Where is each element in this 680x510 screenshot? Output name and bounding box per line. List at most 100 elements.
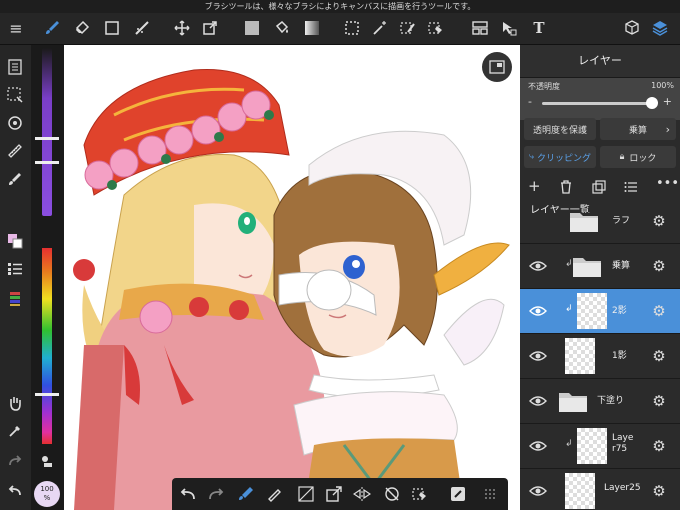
- layer-row[interactable]: Layer25 ⚙: [520, 469, 680, 510]
- layer-row[interactable]: 下塗り ⚙: [520, 379, 680, 424]
- palette-icon[interactable]: [4, 289, 26, 309]
- grid-dots-icon[interactable]: [478, 483, 502, 505]
- hue-slider[interactable]: [42, 248, 52, 444]
- opacity-minus-button[interactable]: -: [528, 95, 532, 108]
- layer-row[interactable]: ↲ 乗算 ⚙: [520, 244, 680, 289]
- gear-icon[interactable]: ⚙: [649, 436, 669, 456]
- canvas-view-button[interactable]: [482, 52, 512, 82]
- eraser-tool-icon[interactable]: [70, 17, 94, 39]
- layer-row[interactable]: ↲ Laye r75 ⚙: [520, 424, 680, 469]
- protect-alpha-button[interactable]: 透明度を保護: [524, 118, 596, 140]
- deselect-icon[interactable]: [4, 85, 26, 105]
- layer-thumbnail: [577, 428, 607, 464]
- redo-icon[interactable]: [204, 483, 228, 505]
- layer-actions-row: + •••: [520, 173, 680, 199]
- left-tool-strip: [0, 45, 31, 510]
- clear-layer-icon[interactable]: [294, 483, 318, 505]
- brush-size-handle[interactable]: [35, 137, 59, 140]
- transform-tool-icon[interactable]: [198, 17, 222, 39]
- gradient-tool-icon[interactable]: [300, 17, 324, 39]
- delete-layer-icon[interactable]: [560, 179, 572, 198]
- gear-icon[interactable]: ⚙: [649, 391, 669, 411]
- layer-panel-title: レイヤー: [520, 45, 680, 78]
- selection-tool-icon[interactable]: [340, 17, 364, 39]
- blend-mode-button[interactable]: 乗算 ›: [600, 118, 676, 140]
- layers-icon[interactable]: [648, 17, 672, 39]
- materials-icon[interactable]: [620, 17, 644, 39]
- flip-horizontal-icon[interactable]: [350, 483, 374, 505]
- color-swatch-icon[interactable]: [4, 231, 26, 251]
- gear-icon[interactable]: ⚙: [649, 301, 669, 321]
- ruler-icon[interactable]: [4, 141, 26, 161]
- drawing-canvas[interactable]: [64, 45, 520, 510]
- magic-wand-icon[interactable]: [368, 17, 392, 39]
- selection-eraser-icon[interactable]: [408, 483, 432, 505]
- redo-icon[interactable]: [4, 451, 26, 471]
- brush-slider-strip: 100 %: [31, 45, 64, 510]
- duplicate-layer-icon[interactable]: [592, 179, 606, 198]
- move-tool-icon[interactable]: [170, 17, 194, 39]
- eye-icon[interactable]: [528, 392, 548, 410]
- opacity-value: 100%: [651, 81, 674, 90]
- layer-list-icon[interactable]: [624, 179, 638, 198]
- text-tool-icon[interactable]: T: [527, 17, 551, 39]
- eye-icon[interactable]: [528, 302, 548, 320]
- clipping-label: クリッピング: [537, 153, 592, 164]
- rotate-off-icon[interactable]: [380, 483, 404, 505]
- panel-layout-icon[interactable]: [468, 17, 492, 39]
- eye-icon[interactable]: [528, 482, 548, 500]
- gear-icon[interactable]: ⚙: [649, 256, 669, 276]
- pen-icon[interactable]: [262, 483, 286, 505]
- select-eraser-icon[interactable]: [424, 17, 448, 39]
- undo-icon[interactable]: [176, 483, 200, 505]
- layer-row[interactable]: 1影 ⚙: [520, 334, 680, 379]
- fill-color-icon[interactable]: [240, 17, 264, 39]
- color-list-icon[interactable]: [4, 259, 26, 279]
- bucket-tool-icon[interactable]: [270, 17, 294, 39]
- undo-icon[interactable]: [4, 481, 26, 501]
- folder-icon: [569, 213, 599, 233]
- layer-row[interactable]: ラフ ⚙: [520, 213, 680, 244]
- hand-tool-icon[interactable]: [4, 393, 26, 413]
- folder-icon: [558, 389, 588, 413]
- brush-size-slider[interactable]: [42, 48, 52, 216]
- rotate-icon[interactable]: [4, 113, 26, 133]
- brush-tool-icon[interactable]: [40, 17, 64, 39]
- lock-icon: 🔒︎: [619, 152, 625, 162]
- gear-icon[interactable]: ⚙: [649, 213, 669, 231]
- document-icon[interactable]: [4, 57, 26, 77]
- ruler-brush-icon[interactable]: [130, 17, 154, 39]
- hue-handle[interactable]: [35, 393, 59, 396]
- stabilizer-icon[interactable]: [39, 453, 55, 469]
- operation-tool-icon[interactable]: [497, 17, 521, 39]
- clipping-button[interactable]: ⤷ クリッピング: [524, 146, 596, 168]
- more-options-icon[interactable]: •••: [656, 176, 679, 191]
- eye-icon[interactable]: [528, 437, 548, 455]
- brush-settings-icon[interactable]: [4, 169, 26, 189]
- gear-icon[interactable]: ⚙: [649, 346, 669, 366]
- menu-icon[interactable]: ≡: [4, 17, 28, 39]
- add-layer-icon[interactable]: +: [528, 177, 541, 195]
- layer-name: 下塗り: [597, 396, 625, 406]
- lock-button[interactable]: 🔒︎ ロック: [600, 146, 676, 168]
- brush-mode-icon[interactable]: [234, 483, 258, 505]
- opacity-section: 不透明度 100% - +: [520, 78, 680, 120]
- opacity-slider-track[interactable]: [542, 102, 652, 105]
- shape-tool-icon[interactable]: [100, 17, 124, 39]
- transform-icon[interactable]: [322, 483, 346, 505]
- zoom-indicator[interactable]: 100 %: [34, 481, 60, 507]
- lock-label: ロック: [629, 153, 657, 164]
- select-pen-icon[interactable]: [396, 17, 420, 39]
- gear-icon[interactable]: ⚙: [649, 481, 669, 501]
- layer-list: ラフ ⚙ ↲ 乗算 ⚙ ↲ 2影 ⚙ 1影 ⚙ 下塗り ⚙ ↲ Laye r75…: [520, 213, 680, 510]
- fill-shape-icon[interactable]: [446, 483, 470, 505]
- eye-icon[interactable]: [528, 347, 548, 365]
- layer-name: Layer25: [604, 483, 641, 493]
- eye-icon[interactable]: [528, 257, 548, 275]
- layer-row-selected[interactable]: ↲ 2影 ⚙: [520, 289, 680, 334]
- opacity-slider-handle[interactable]: [646, 97, 658, 109]
- eyedropper-icon[interactable]: [4, 421, 26, 441]
- brush-opacity-handle[interactable]: [35, 161, 59, 164]
- bottom-toolbar: [172, 478, 508, 510]
- opacity-plus-button[interactable]: +: [663, 95, 672, 108]
